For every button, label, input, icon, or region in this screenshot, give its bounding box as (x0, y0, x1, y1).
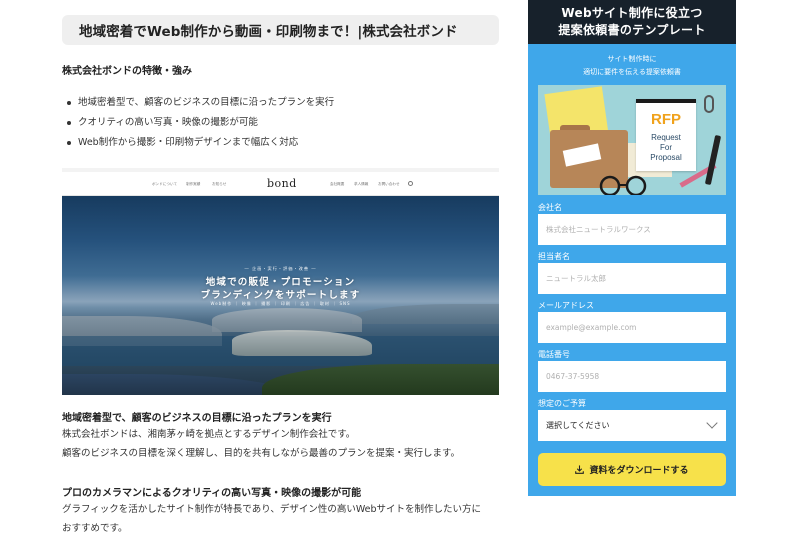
phone-label: 電話番号 (538, 350, 570, 359)
screenshot-nav-link: 求人情報 (354, 182, 369, 186)
section-paragraph: 株式会社ボンドは、湘南茅ヶ崎を拠点とするデザイン制作会社です。 (62, 429, 356, 440)
phone-input[interactable] (538, 361, 726, 392)
search-icon (408, 181, 413, 186)
budget-selected-value: 選択してください (546, 421, 610, 430)
screenshot-nav-link: 制作実績 (186, 182, 201, 186)
widget-header: Webサイト制作に役立つ 提案依頼書のテンプレート (528, 0, 736, 44)
hero-services: Web制作 ｜ 映像 ｜ 撮影 ｜ 印刷 ｜ 広告 ｜ 取材 ｜ SNS (210, 301, 351, 306)
company-input[interactable] (538, 214, 726, 245)
website-screenshot: ボンドについて 制作実績 お知らせ bond 会社概要 求人情報 お問い合わせ … (62, 168, 499, 395)
rfp-document-icon: RFP Request For Proposal (636, 99, 696, 171)
section-paragraph: おすすめです。 (62, 523, 128, 533)
glasses-icon (599, 175, 647, 195)
budget-select[interactable]: 選択してください (538, 410, 726, 441)
download-button[interactable]: 資料をダウンロードする (538, 453, 726, 486)
screenshot-nav: ボンドについて 制作実績 お知らせ bond 会社概要 求人情報 お問い合わせ (62, 168, 499, 196)
screenshot-nav-link: ボンドについて (152, 182, 178, 186)
hero-kicker: ― 企画・実行・評価・改善 ― (244, 266, 317, 271)
email-label: メールアドレス (538, 301, 594, 310)
feature-item: 地域密着型で、顧客のビジネスの目標に沿ったプランを実行 (66, 95, 334, 115)
screenshot-nav-link: お問い合わせ (378, 182, 400, 186)
person-label: 担当者名 (538, 252, 570, 261)
screenshot-nav-link: お知らせ (212, 182, 227, 186)
rfp-download-widget: Webサイト制作に役立つ 提案依頼書のテンプレート サイト制作時に 適切に要件を… (528, 0, 736, 496)
budget-label: 想定のご予算 (538, 399, 586, 408)
widget-title: 提案依頼書のテンプレート (558, 23, 706, 37)
paperclip-icon (704, 95, 714, 113)
download-icon (575, 465, 585, 474)
feature-item: Web制作から撮影・印刷物デザインまで幅広く対応 (66, 135, 334, 155)
person-input[interactable] (538, 263, 726, 294)
chevron-down-icon (706, 417, 718, 429)
bond-logo: bond (267, 177, 297, 190)
pen-icon (704, 134, 722, 186)
features-list: 地域密着型で、顧客のビジネスの目標に沿ったプランを実行 クオリティの高い写真・映… (66, 95, 334, 155)
hero-headline: 地域での販促・プロモーション (205, 277, 356, 288)
features-title: 株式会社ボンドの特徴・強み (62, 66, 192, 77)
feature-item: クオリティの高い写真・映像の撮影が可能 (66, 115, 334, 135)
section-title: 地域密着型で、顧客のビジネスの目標に沿ったプランを実行 (62, 413, 332, 424)
widget-description: サイト制作時に 適切に要件を伝える提案依頼書 (583, 55, 681, 76)
rfp-illustration: RFP Request For Proposal (538, 85, 726, 195)
section-title: プロのカメラマンによるクオリティの高い写真・映像の撮影が可能 (62, 488, 362, 499)
article-heading: 地域密着でWeb制作から動画・印刷物まで！|株式会社ボンド (62, 15, 499, 45)
widget-title: Webサイト制作に役立つ (561, 6, 703, 20)
email-input[interactable] (538, 312, 726, 343)
hero-headline: ブランディングをサポートします (200, 290, 361, 301)
section-paragraph: グラフィックを活かしたサイト制作が特長であり、デザイン性の高いWebサイトを制作… (62, 504, 482, 515)
company-label: 会社名 (538, 203, 562, 212)
download-button-label: 資料をダウンロードする (589, 465, 689, 475)
section-paragraph: 顧客のビジネスの目標を深く理解し、目的を共有しながら最善のプランを提案・実行しま… (62, 448, 461, 459)
article: 地域密着でWeb制作から動画・印刷物まで！|株式会社ボンド 株式会社ボンドの特徴… (62, 15, 499, 533)
coastal-city-photo: ― 企画・実行・評価・改善 ― 地域での販促・プロモーション ブランディングをサ… (62, 196, 499, 395)
screenshot-nav-link: 会社概要 (330, 182, 345, 186)
